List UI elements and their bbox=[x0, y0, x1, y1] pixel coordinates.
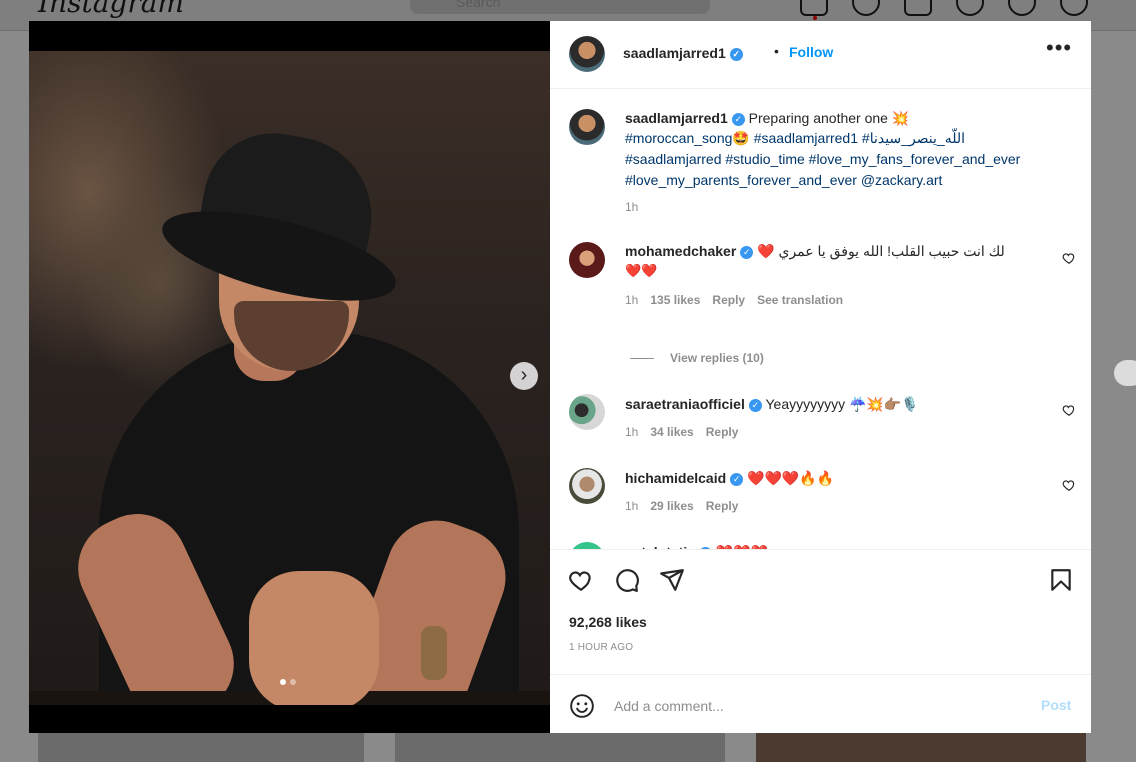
explore-icon bbox=[956, 0, 984, 16]
see-translation-button[interactable]: See translation bbox=[757, 293, 843, 307]
new-post-icon bbox=[904, 0, 932, 16]
comment-like-heart-icon[interactable] bbox=[1062, 478, 1076, 492]
caption-username[interactable]: saadlamjarred1 bbox=[625, 110, 728, 126]
comment-likes[interactable]: 34 likes bbox=[650, 425, 693, 439]
verified-badge-icon: ✓ bbox=[740, 245, 754, 259]
verified-badge-icon: ✓ bbox=[730, 472, 744, 486]
author-username-text[interactable]: saadlamjarred1 bbox=[623, 45, 726, 61]
comment-username[interactable]: hichamidelcaid bbox=[625, 470, 726, 486]
comment-1-meta: 1h 135 likes Reply See translation bbox=[625, 293, 855, 307]
caption-hashtags-line-2[interactable]: #moroccan_song🤩 #saadlamjarred1 #اللّه_ي… bbox=[625, 130, 965, 147]
post-header: saadlamjarred1 ✓ • Follow ••• bbox=[550, 21, 1091, 89]
post-actions: 92,268 likes 1 HOUR AGO bbox=[550, 549, 1091, 675]
background-grid-tile bbox=[38, 732, 364, 762]
reply-button[interactable]: Reply bbox=[712, 293, 745, 307]
notification-dot bbox=[813, 16, 817, 20]
emoji-icon[interactable] bbox=[569, 693, 595, 719]
comment-text: Yeayyyyyyyy ☔💥👉🏽🎙️ bbox=[765, 396, 919, 412]
commenter-avatar[interactable] bbox=[569, 542, 605, 549]
comment-1-line-1: mohamedchaker ✓ ❤️ لك انت حبيب القلب! الل… bbox=[625, 243, 1005, 260]
comment-time[interactable]: 1h bbox=[625, 499, 638, 513]
caption-hashtags-line-3[interactable]: #saadlamjarred #studio_time #love_my_fan… bbox=[625, 151, 1020, 167]
author-username[interactable]: saadlamjarred1 ✓ bbox=[623, 45, 743, 61]
home-icon bbox=[800, 0, 828, 16]
add-comment-bar: Post bbox=[550, 674, 1091, 733]
author-avatar[interactable] bbox=[569, 36, 605, 72]
comment-time[interactable]: 1h bbox=[625, 293, 638, 307]
caption-hashtags-line-4[interactable]: #love_my_parents_forever_and_ever @zacka… bbox=[625, 172, 942, 188]
reply-button[interactable]: Reply bbox=[706, 425, 739, 439]
commenter-avatar[interactable] bbox=[569, 468, 605, 504]
likes-count[interactable]: 92,268 likes bbox=[569, 614, 647, 630]
photo-watch bbox=[421, 626, 447, 680]
post-side-panel: saadlamjarred1 ✓ • Follow ••• saadlamjarr… bbox=[550, 21, 1091, 733]
background-logo: Instagram bbox=[38, 0, 184, 19]
comment-time[interactable]: 1h bbox=[625, 425, 638, 439]
profile-avatar-icon bbox=[1060, 0, 1088, 16]
next-post-handle[interactable] bbox=[1114, 360, 1136, 386]
carousel-dot bbox=[290, 679, 296, 685]
background-search-placeholder: Search bbox=[456, 0, 501, 10]
follow-button[interactable]: Follow bbox=[789, 44, 833, 60]
comment-input[interactable] bbox=[612, 691, 996, 721]
background-grid-tile bbox=[395, 732, 725, 762]
comment-1-line-2: ❤️❤️ bbox=[625, 263, 658, 278]
comment-likes[interactable]: 29 likes bbox=[650, 499, 693, 513]
activity-heart-icon bbox=[1008, 0, 1036, 16]
post-time-ago[interactable]: 1 HOUR AGO bbox=[569, 642, 633, 653]
messenger-icon bbox=[852, 0, 880, 16]
post-comment-button[interactable]: Post bbox=[1041, 697, 1071, 713]
comment-likes[interactable]: 135 likes bbox=[650, 293, 700, 307]
post-media: › bbox=[29, 21, 550, 733]
post-photo[interactable] bbox=[29, 51, 550, 705]
bookmark-icon[interactable] bbox=[1048, 567, 1074, 593]
caption-time[interactable]: 1h bbox=[625, 200, 638, 214]
comment-3-meta: 1h 29 likes Reply bbox=[625, 499, 750, 513]
post-modal: › saadlamjarred1 ✓ • Follow ••• saadlamja… bbox=[29, 21, 1091, 733]
comment-text: ❤️ لك انت حبيب القلب! الله يوفق يا عمري bbox=[757, 243, 1005, 259]
comment-username[interactable]: saraetraniaofficiel bbox=[625, 396, 745, 412]
comment-text: ❤️❤️❤️🔥🔥 bbox=[747, 470, 835, 486]
verified-badge-icon: ✓ bbox=[729, 47, 743, 61]
comment-2-meta: 1h 34 likes Reply bbox=[625, 425, 750, 439]
carousel-dots bbox=[280, 679, 296, 685]
caption-avatar[interactable] bbox=[569, 109, 605, 145]
background-nav-icons bbox=[800, 0, 1088, 16]
comment-like-heart-icon[interactable] bbox=[1062, 403, 1076, 417]
next-arrow-icon[interactable]: › bbox=[510, 362, 538, 390]
verified-badge-icon: ✓ bbox=[731, 112, 745, 126]
caption-text: Preparing another one 💥 bbox=[748, 110, 910, 126]
commenter-avatar[interactable] bbox=[569, 242, 605, 278]
comment-username[interactable]: mohamedchaker bbox=[625, 243, 736, 259]
view-replies-button[interactable]: View replies (10) bbox=[630, 351, 764, 365]
share-icon[interactable] bbox=[659, 567, 685, 593]
comments-scroll-area[interactable]: saadlamjarred1 ✓ Preparing another one 💥 … bbox=[550, 89, 1091, 549]
background-search: Search bbox=[410, 0, 710, 14]
photo-hands bbox=[249, 571, 379, 705]
carousel-dot-active bbox=[280, 679, 286, 685]
background-grid-tile bbox=[756, 732, 1086, 762]
comment-icon[interactable] bbox=[614, 567, 640, 593]
comment-like-heart-icon[interactable] bbox=[1062, 251, 1076, 265]
reply-button[interactable]: Reply bbox=[706, 499, 739, 513]
comment-3-line: hichamidelcaid ✓ ❤️❤️❤️🔥🔥 bbox=[625, 470, 834, 487]
comment-2-line: saraetraniaofficiel ✓ Yeayyyyyyyy ☔💥👉🏽🎙️ bbox=[625, 396, 919, 413]
heart-icon[interactable] bbox=[568, 567, 594, 593]
commenter-avatar[interactable] bbox=[569, 394, 605, 430]
more-options-icon[interactable]: ••• bbox=[1046, 37, 1072, 59]
verified-badge-icon: ✓ bbox=[748, 398, 762, 412]
caption-line-1: saadlamjarred1 ✓ Preparing another one 💥 bbox=[625, 110, 909, 127]
header-bullet: • bbox=[774, 43, 779, 59]
